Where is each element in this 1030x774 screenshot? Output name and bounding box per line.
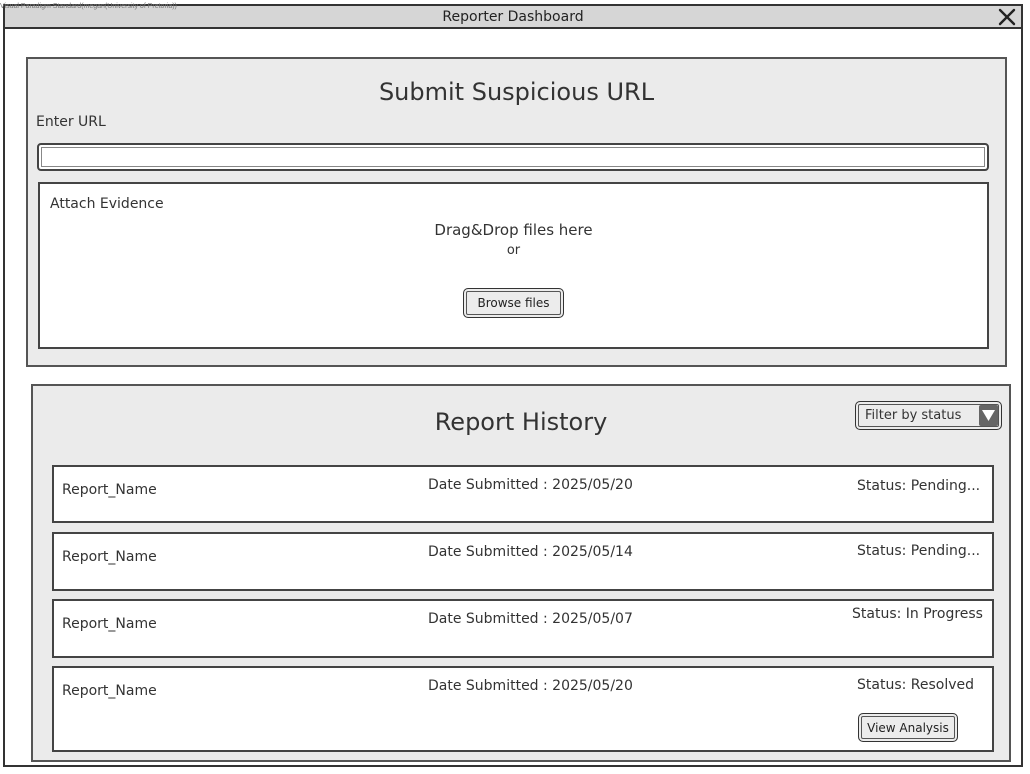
view-analysis-button[interactable]: View Analysis (858, 713, 958, 742)
report-date: Date Submitted : 2025/05/20 (428, 678, 633, 694)
submit-url-panel: Submit Suspicious URL Enter URL Attach E… (26, 57, 1007, 367)
report-row[interactable]: Report_Name Date Submitted : 2025/05/07 … (52, 599, 994, 658)
report-date: Date Submitted : 2025/05/07 (428, 611, 633, 627)
filter-by-status-dropdown[interactable]: Filter by status (855, 401, 1002, 430)
or-text: or (506, 243, 521, 258)
attach-evidence-dropzone[interactable]: Attach Evidence Drag&Drop files here or … (38, 182, 989, 349)
report-name: Report_Name (62, 549, 157, 565)
report-status: Status: Pending... (857, 478, 981, 494)
browse-files-button[interactable]: Browse files (463, 288, 564, 318)
report-date: Date Submitted : 2025/05/20 (428, 477, 633, 493)
window-title: Reporter Dashboard (442, 9, 584, 25)
report-row[interactable]: Report_Name Date Submitted : 2025/05/20 … (52, 666, 994, 752)
drag-drop-text: Drag&Drop files here (434, 221, 593, 239)
enter-url-label: Enter URL (36, 114, 106, 130)
report-name: Report_Name (62, 482, 157, 498)
close-icon[interactable] (997, 7, 1017, 27)
attach-evidence-label: Attach Evidence (50, 196, 164, 212)
report-status: Status: In Progress (852, 606, 983, 622)
report-status: Status: Resolved (857, 677, 975, 693)
report-name: Report_Name (62, 616, 157, 632)
watermark-text: Visual Paradigm Standard(megan(Universit… (0, 3, 177, 10)
triangle-down-icon (979, 405, 998, 426)
url-input[interactable] (37, 143, 989, 171)
report-status: Status: Pending... (857, 543, 981, 559)
filter-label: Filter by status (865, 408, 962, 423)
submit-url-title: Submit Suspicious URL (378, 78, 655, 106)
report-row[interactable]: Report_Name Date Submitted : 2025/05/14 … (52, 532, 994, 591)
report-name: Report_Name (62, 683, 157, 699)
report-history-panel: Report History Filter by status Report_N… (31, 384, 1011, 762)
reporter-dashboard-window: Reporter Dashboard Submit Suspicious URL… (3, 4, 1023, 767)
report-row[interactable]: Report_Name Date Submitted : 2025/05/20 … (52, 465, 994, 523)
report-date: Date Submitted : 2025/05/14 (428, 544, 633, 560)
